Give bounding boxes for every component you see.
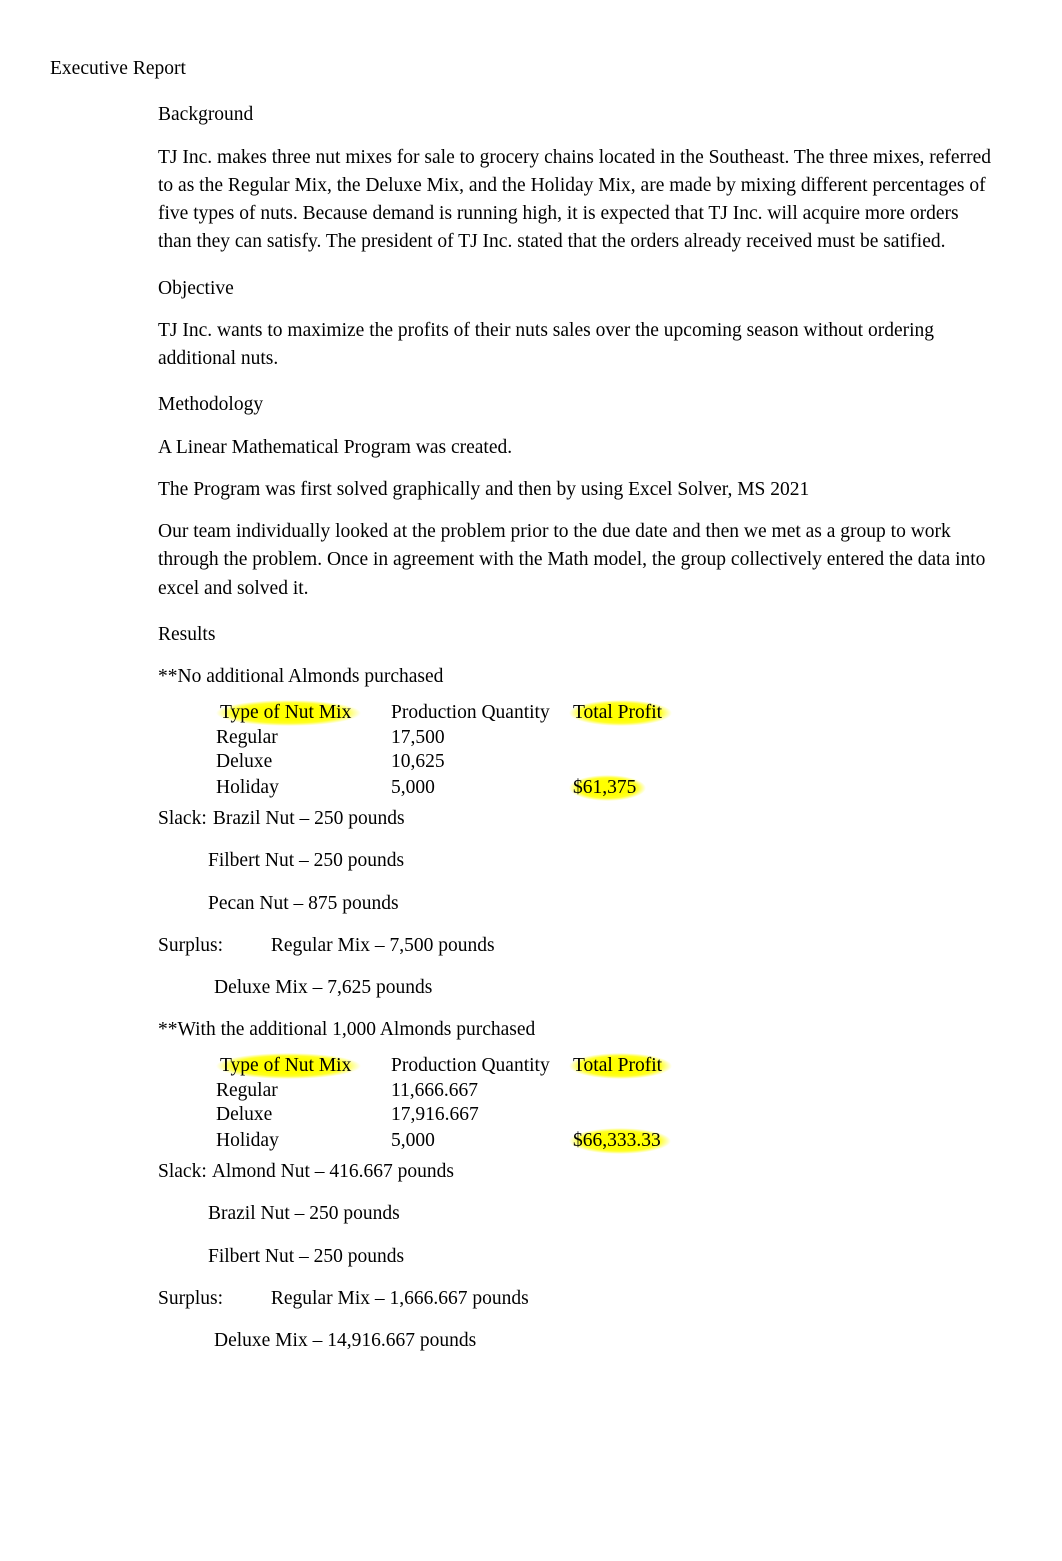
- with-additional-note: **With the additional 1,000 Almonds purc…: [158, 1016, 992, 1044]
- slack-label: Slack:: [158, 805, 208, 833]
- methodology-p2: The Program was first solved graphically…: [158, 476, 992, 504]
- cell-profit: $66,333.33: [569, 1128, 671, 1154]
- no-additional-note: **No additional Almonds purchased: [158, 663, 992, 691]
- slack-item: Filbert Nut – 250 pounds: [208, 847, 992, 875]
- page-title: Executive Report: [50, 55, 1012, 83]
- surplus-1: Surplus: Regular Mix – 7,500 pounds: [158, 932, 992, 960]
- surplus-item: Deluxe Mix – 7,625 pounds: [214, 974, 992, 1002]
- surplus-item: Regular Mix – 7,500 pounds: [271, 935, 495, 956]
- cell-type: Deluxe: [216, 750, 391, 774]
- table-row: Holiday 5,000 $61,375: [216, 775, 992, 801]
- cell-profit: $61,375: [569, 775, 646, 801]
- table-row: Deluxe 17,916.667: [216, 1103, 992, 1127]
- results-table-2: Type of Nut Mix Production Quantity Tota…: [216, 1053, 992, 1155]
- cell-qty: 17,500: [391, 726, 569, 750]
- objective-text: TJ Inc. wants to maximize the profits of…: [158, 317, 992, 374]
- surplus-2: Surplus: Regular Mix – 1,666.667 pounds: [158, 1285, 992, 1313]
- slack-item: Almond Nut – 416.667 pounds: [212, 1161, 454, 1182]
- content-body: Background TJ Inc. makes three nut mixes…: [158, 101, 992, 1355]
- cell-qty: 11,666.667: [391, 1079, 569, 1103]
- results-heading: Results: [158, 621, 992, 649]
- cell-type: Deluxe: [216, 1103, 391, 1127]
- cell-type: Holiday: [216, 1129, 391, 1153]
- background-heading: Background: [158, 101, 992, 129]
- table-row: Holiday 5,000 $66,333.33: [216, 1128, 992, 1154]
- cell-type: Regular: [216, 1079, 391, 1103]
- methodology-heading: Methodology: [158, 391, 992, 419]
- slack-item: Brazil Nut – 250 pounds: [213, 808, 405, 829]
- cell-qty: 10,625: [391, 750, 569, 774]
- slack-2: Slack: Almond Nut – 416.667 pounds: [158, 1158, 992, 1186]
- objective-heading: Objective: [158, 275, 992, 303]
- col-header-qty: Production Quantity: [391, 702, 550, 723]
- col-header-qty: Production Quantity: [391, 1055, 550, 1076]
- cell-type: Holiday: [216, 776, 391, 800]
- cell-qty: 17,916.667: [391, 1103, 569, 1127]
- table-row: Regular 17,500: [216, 726, 992, 750]
- methodology-p3: Our team individually looked at the prob…: [158, 518, 992, 603]
- col-header-type: Type of Nut Mix: [216, 1053, 361, 1079]
- cell-qty: 5,000: [391, 776, 569, 800]
- slack-1: Slack: Brazil Nut – 250 pounds: [158, 805, 992, 833]
- col-header-type: Type of Nut Mix: [216, 700, 361, 726]
- table-header-row: Type of Nut Mix Production Quantity Tota…: [216, 700, 992, 726]
- surplus-label: Surplus:: [158, 932, 266, 960]
- cell-type: Regular: [216, 726, 391, 750]
- methodology-p1: A Linear Mathematical Program was create…: [158, 434, 992, 462]
- table-row: Deluxe 10,625: [216, 750, 992, 774]
- surplus-label: Surplus:: [158, 1285, 266, 1313]
- background-text: TJ Inc. makes three nut mixes for sale t…: [158, 144, 992, 257]
- slack-item: Pecan Nut – 875 pounds: [208, 890, 992, 918]
- surplus-item: Regular Mix – 1,666.667 pounds: [271, 1288, 529, 1309]
- col-header-profit: Total Profit: [569, 1053, 672, 1079]
- slack-item: Brazil Nut – 250 pounds: [208, 1200, 992, 1228]
- surplus-item: Deluxe Mix – 14,916.667 pounds: [214, 1327, 992, 1355]
- slack-item: Filbert Nut – 250 pounds: [208, 1243, 992, 1271]
- col-header-profit: Total Profit: [569, 700, 672, 726]
- cell-qty: 5,000: [391, 1129, 569, 1153]
- slack-label: Slack:: [158, 1158, 208, 1186]
- table-row: Regular 11,666.667: [216, 1079, 992, 1103]
- results-table-1: Type of Nut Mix Production Quantity Tota…: [216, 700, 992, 802]
- table-header-row: Type of Nut Mix Production Quantity Tota…: [216, 1053, 992, 1079]
